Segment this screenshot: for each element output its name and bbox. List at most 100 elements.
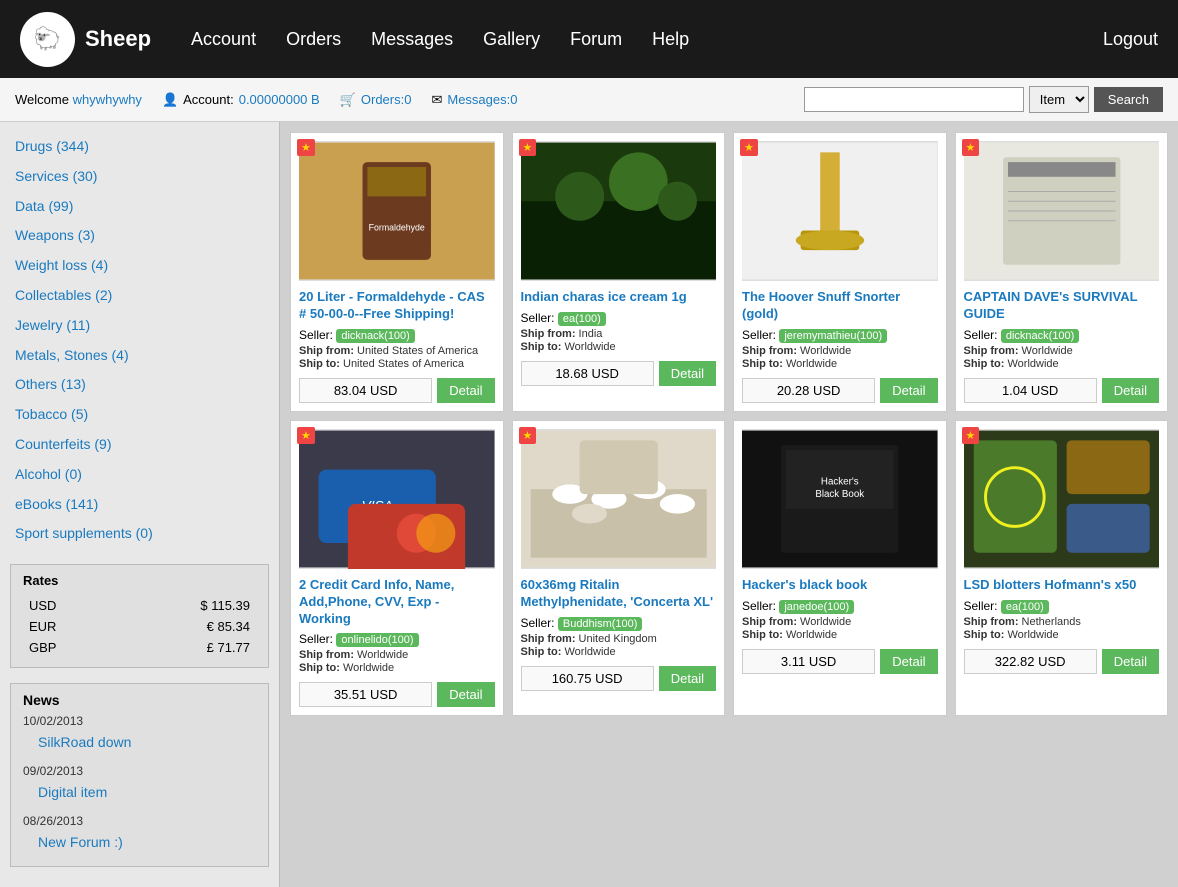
product-title: Indian charas ice cream 1g <box>521 289 717 306</box>
ship-from: Ship from: Netherlands <box>964 616 1160 628</box>
product-title: LSD blotters Hofmann's x50 <box>964 577 1160 594</box>
detail-button[interactable]: Detail <box>659 666 716 691</box>
cart-icon: 🛒 <box>340 92 356 108</box>
nav-orders[interactable]: Orders <box>286 29 341 50</box>
nav-forum[interactable]: Forum <box>570 29 622 50</box>
product-price: 18.68 USD <box>521 361 654 386</box>
product-price: 35.51 USD <box>299 682 432 707</box>
sidebar: Drugs (344)Services (30)Data (99)Weapons… <box>0 122 280 887</box>
detail-button[interactable]: Detail <box>1102 378 1159 403</box>
product-seller: Seller: ea(100) <box>964 599 1160 613</box>
product-footer: 35.51 USD Detail <box>299 682 495 707</box>
ship-from: Ship from: Worldwide <box>742 616 938 628</box>
news-box: News 10/02/2013SilkRoad down09/02/2013Di… <box>10 683 269 866</box>
rates-title: Rates <box>23 573 256 588</box>
username-link[interactable]: whywhywhy <box>73 92 142 107</box>
sidebar-category-counterfeits[interactable]: Counterfeits (9) <box>0 430 279 460</box>
product-price: 322.82 USD <box>964 649 1097 674</box>
seller-badge: dicknack(100) <box>1001 329 1079 343</box>
search-input[interactable] <box>804 87 1024 112</box>
star-badge: ★ <box>297 139 315 156</box>
star-badge: ★ <box>519 139 537 156</box>
product-image <box>521 141 717 281</box>
star-badge: ★ <box>962 139 980 156</box>
nav-account[interactable]: Account <box>191 29 256 50</box>
sidebar-category-tobacco[interactable]: Tobacco (5) <box>0 400 279 430</box>
ship-to: Ship to: Worldwide <box>521 646 717 658</box>
search-type-select[interactable]: Item <box>1029 86 1089 113</box>
account-balance[interactable]: 0.00000000 B <box>239 92 320 107</box>
seller-badge: ea(100) <box>558 312 606 326</box>
product-card: ★ LSD blotters Hofmann's x50 Seller: ea(… <box>955 420 1169 717</box>
product-seller: Seller: Buddhism(100) <box>521 616 717 630</box>
products-area: ★ Formaldehyde 20 Liter - Formaldehyde -… <box>280 122 1178 887</box>
svg-text:Hacker's: Hacker's <box>821 476 859 487</box>
detail-button[interactable]: Detail <box>1102 649 1159 674</box>
news-link[interactable]: Digital item <box>23 778 256 808</box>
product-footer: 1.04 USD Detail <box>964 378 1160 403</box>
news-link[interactable]: SilkRoad down <box>23 728 256 758</box>
ship-from: Ship from: United States of America <box>299 345 495 357</box>
news-date: 08/26/2013 <box>23 814 256 828</box>
messages-link[interactable]: Messages:0 <box>447 92 517 107</box>
detail-button[interactable]: Detail <box>437 378 494 403</box>
product-footer: 322.82 USD Detail <box>964 649 1160 674</box>
product-card: ★ Formaldehyde 20 Liter - Formaldehyde -… <box>290 132 504 412</box>
product-title: 20 Liter - Formaldehyde - CAS # 50-00-0-… <box>299 289 495 323</box>
rate-row: GBP£ 71.77 <box>25 638 254 657</box>
search-button[interactable]: Search <box>1094 87 1163 112</box>
product-card: ★ VISA 2 Credit Card Info, Name, Add,Pho… <box>290 420 504 717</box>
main-header: 🐑 Sheep Account Orders Messages Gallery … <box>0 0 1178 78</box>
star-badge: ★ <box>519 427 537 444</box>
nav-messages[interactable]: Messages <box>371 29 453 50</box>
sidebar-category-ebooks[interactable]: eBooks (141) <box>0 490 279 520</box>
detail-button[interactable]: Detail <box>880 649 937 674</box>
product-image <box>964 141 1160 281</box>
product-card: ★ 60x36mg Ritalin Methylphenidate, 'Conc… <box>512 420 726 717</box>
detail-button[interactable]: Detail <box>880 378 937 403</box>
product-card: Hacker's Black Book Hacker's black book S… <box>733 420 947 717</box>
sidebar-category-alcohol[interactable]: Alcohol (0) <box>0 460 279 490</box>
ship-to: Ship to: Worldwide <box>521 341 717 353</box>
sidebar-category-weight-loss[interactable]: Weight loss (4) <box>0 251 279 281</box>
detail-button[interactable]: Detail <box>437 682 494 707</box>
rate-row: USD$ 115.39 <box>25 596 254 615</box>
nav-help[interactable]: Help <box>652 29 689 50</box>
sidebar-category-jewelry[interactable]: Jewelry (11) <box>0 311 279 341</box>
product-card: ★ The Hoover Snuff Snorter (gold) Seller… <box>733 132 947 412</box>
welcome-text: Welcome whywhywhy <box>15 92 142 107</box>
account-balance-info: 👤 Account: 0.00000000 B <box>162 92 320 108</box>
sidebar-category-weapons[interactable]: Weapons (3) <box>0 221 279 251</box>
sidebar-category-data[interactable]: Data (99) <box>0 192 279 222</box>
sidebar-category-drugs[interactable]: Drugs (344) <box>0 132 279 162</box>
product-footer: 20.28 USD Detail <box>742 378 938 403</box>
main-nav: Account Orders Messages Gallery Forum He… <box>191 29 1103 50</box>
product-price: 20.28 USD <box>742 378 875 403</box>
ship-to: Ship to: Worldwide <box>742 358 938 370</box>
sidebar-category-others[interactable]: Others (13) <box>0 370 279 400</box>
detail-button[interactable]: Detail <box>659 361 716 386</box>
sidebar-category-collectables[interactable]: Collectables (2) <box>0 281 279 311</box>
logout-button[interactable]: Logout <box>1103 29 1158 50</box>
sidebar-category-sport-supplements[interactable]: Sport supplements (0) <box>0 519 279 549</box>
nav-gallery[interactable]: Gallery <box>483 29 540 50</box>
product-seller: Seller: jeremymathieu(100) <box>742 328 938 342</box>
product-footer: 160.75 USD Detail <box>521 666 717 691</box>
svg-text:Formaldehyde: Formaldehyde <box>369 223 425 233</box>
seller-badge: Buddhism(100) <box>558 617 643 631</box>
star-badge: ★ <box>740 139 758 156</box>
sidebar-category-services[interactable]: Services (30) <box>0 162 279 192</box>
product-price: 83.04 USD <box>299 378 432 403</box>
orders-link[interactable]: Orders:0 <box>361 92 412 107</box>
rates-table: USD$ 115.39EUR€ 85.34GBP£ 71.77 <box>23 594 256 659</box>
sidebar-category-metals,-stones[interactable]: Metals, Stones (4) <box>0 341 279 371</box>
ship-to: Ship to: Worldwide <box>964 629 1160 641</box>
ship-from: Ship from: Worldwide <box>742 345 938 357</box>
svg-text:Black Book: Black Book <box>815 489 864 500</box>
seller-badge: onlinelido(100) <box>336 633 418 647</box>
messages-info: ✉ Messages:0 <box>431 92 517 108</box>
category-list: Drugs (344)Services (30)Data (99)Weapons… <box>0 132 279 549</box>
product-title: Hacker's black book <box>742 577 938 594</box>
ship-from: Ship from: United Kingdom <box>521 633 717 645</box>
ship-to: Ship to: Worldwide <box>964 358 1160 370</box>
